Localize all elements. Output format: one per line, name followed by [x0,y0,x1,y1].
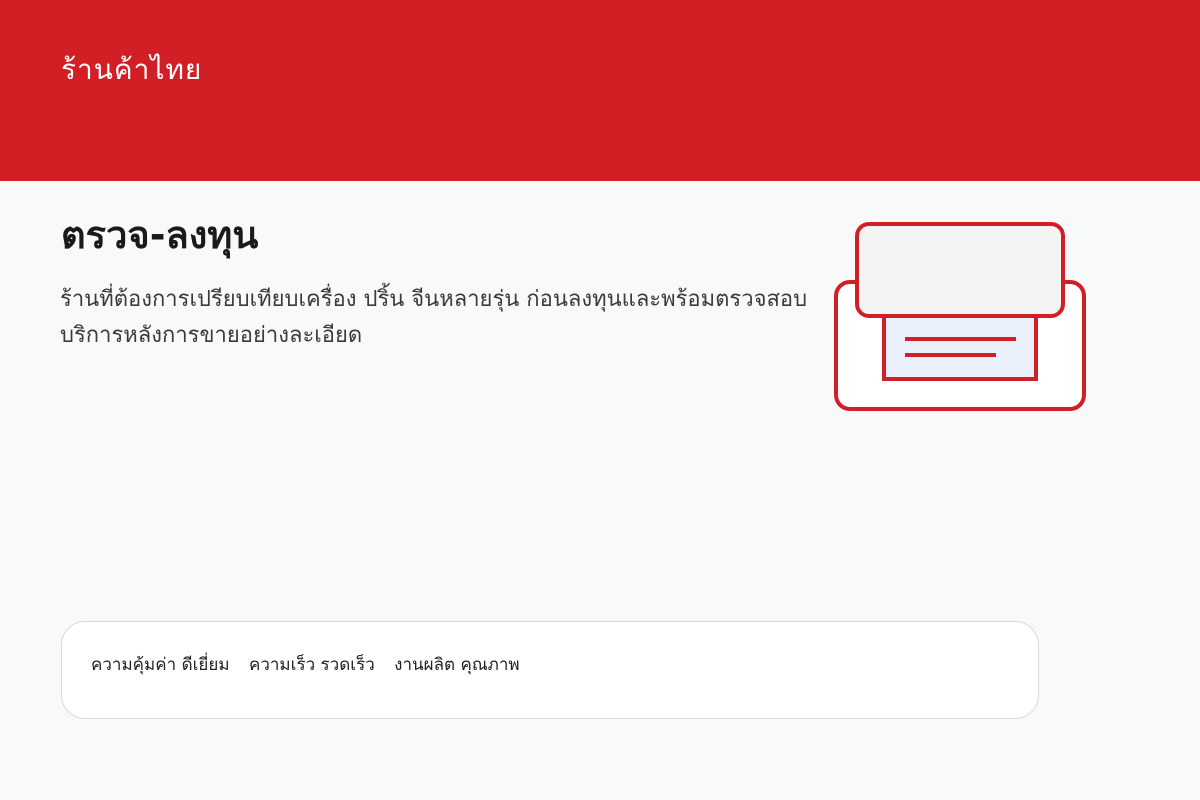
brand-name: ร้านค้าไทย [61,53,203,86]
stat-value: คุณภาพ [460,655,520,675]
stat-label: ความเร็ว [248,655,316,675]
page-description: ร้านที่ต้องการเปรียบเทียบเครื่อง ปริ้น จ… [60,287,808,348]
stat-label: งานผลิต [394,655,456,675]
stat-value-for-money: ความคุ้มค่า ดีเยี่ยม [91,654,230,676]
printer-top [855,222,1065,318]
page-title: ตรวจ-ลงทุน [61,213,259,257]
stat-value: ดีเยี่ยม [181,655,230,675]
stat-value: รวดเร็ว [320,655,375,675]
printer-icon [830,216,1092,416]
stat-production: งานผลิต คุณภาพ [394,654,519,676]
stats-card: ความคุ้มค่า ดีเยี่ยม ความเร็ว รวดเร็ว งา… [61,621,1039,719]
stats-row: ความคุ้มค่า ดีเยี่ยม ความเร็ว รวดเร็ว งา… [91,654,534,676]
stat-label: ความคุ้มค่า [91,655,177,675]
printer-illustration [834,222,1086,411]
printer-paper [882,310,1038,381]
stat-speed: ความเร็ว รวดเร็ว [249,654,375,676]
header-bar: ร้านค้าไทย [0,0,1200,181]
